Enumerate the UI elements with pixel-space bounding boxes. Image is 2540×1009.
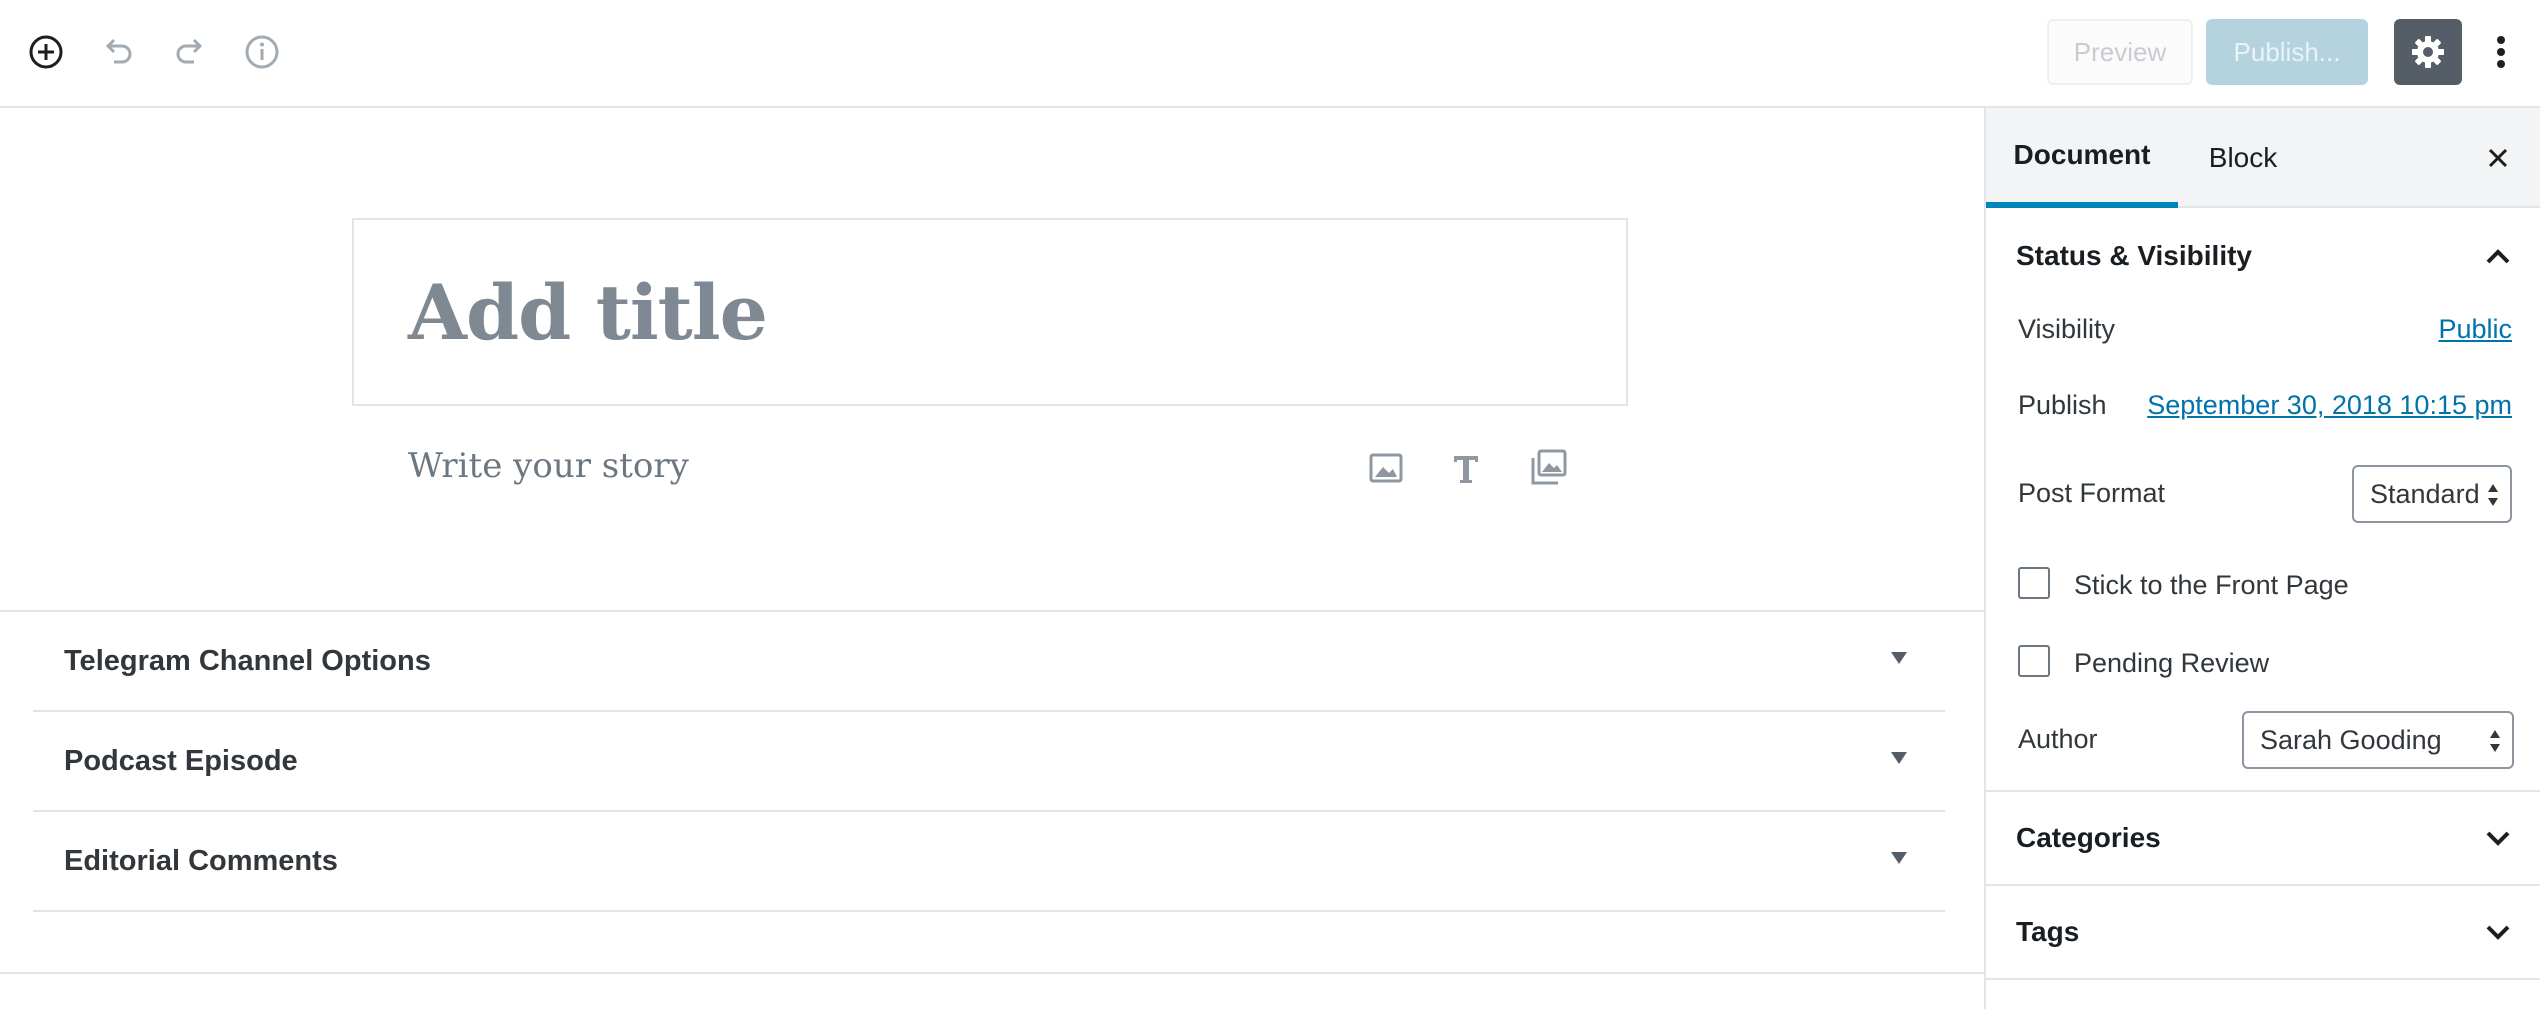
chevron-down-icon [2486, 831, 2510, 846]
metabox-telegram-channel-options[interactable]: Telegram Channel Options [33, 612, 1945, 712]
post-format-value: Standard [2370, 478, 2480, 509]
pending-review-checkbox[interactable] [2018, 645, 2050, 677]
visibility-link[interactable]: Public [2438, 314, 2512, 345]
editor-toolbar: Preview Publish... [0, 0, 2540, 108]
tab-document[interactable]: Document [1986, 108, 2178, 208]
author-label: Author [2018, 724, 2098, 754]
stick-front-page-label[interactable]: Stick to the Front Page [2074, 570, 2349, 601]
editor-bottom-divider [0, 972, 1984, 974]
body-placeholder[interactable]: Write your story [408, 446, 689, 486]
gallery-icon[interactable] [1524, 444, 1572, 492]
redo-icon[interactable] [168, 30, 212, 74]
author-select[interactable]: Sarah Gooding [2242, 711, 2514, 769]
panel-title: Status & Visibility [2016, 240, 2252, 271]
metabox-label: Editorial Comments [64, 844, 338, 877]
settings-sidebar: Document Block Status & Visibility Visib… [1984, 108, 2540, 1009]
close-icon[interactable] [2476, 136, 2520, 180]
caret-down-icon[interactable] [1891, 852, 1907, 864]
status-visibility-panel-toggle[interactable]: Status & Visibility [1986, 210, 2540, 302]
sidebar-tabs: Document Block [1986, 108, 2540, 208]
metabox-editorial-comments[interactable]: Editorial Comments [33, 812, 1945, 912]
post-format-label: Post Format [2018, 478, 2166, 508]
info-icon[interactable] [240, 30, 284, 74]
undo-icon[interactable] [96, 30, 140, 74]
editor-canvas: Add title Write your story Telegram Chan… [0, 110, 1984, 1009]
publish-date-link[interactable]: September 30, 2018 10:15 pm [2147, 390, 2512, 421]
updown-arrows-icon [2488, 484, 2498, 506]
categories-panel-toggle[interactable]: Categories [1986, 792, 2540, 884]
metabox-podcast-episode[interactable]: Podcast Episode [33, 712, 1945, 812]
vertical-ellipsis-icon [2497, 36, 2505, 68]
updown-arrows-icon [2490, 730, 2500, 752]
caret-down-icon[interactable] [1891, 752, 1907, 764]
pending-review-label[interactable]: Pending Review [2074, 648, 2269, 679]
post-title-field[interactable]: Add title [352, 218, 1628, 406]
panel-title: Tags [2016, 916, 2080, 947]
panel-divider [1986, 978, 2540, 980]
chevron-down-icon [2486, 925, 2510, 940]
metabox-label: Podcast Episode [64, 744, 298, 777]
stick-front-page-checkbox[interactable] [2018, 567, 2050, 599]
author-value: Sarah Gooding [2260, 724, 2442, 755]
post-format-select[interactable]: Standard [2352, 465, 2512, 523]
tab-block[interactable]: Block [2178, 108, 2308, 208]
more-menu-button[interactable] [2480, 19, 2522, 85]
post-title-placeholder: Add title [408, 268, 768, 357]
panel-title: Categories [2016, 822, 2161, 853]
gear-icon [2412, 36, 2444, 68]
settings-button[interactable] [2394, 19, 2462, 85]
tags-panel-toggle[interactable]: Tags [1986, 886, 2540, 978]
add-block-icon[interactable] [24, 30, 68, 74]
caret-down-icon[interactable] [1891, 652, 1907, 664]
metabox-label: Telegram Channel Options [64, 644, 431, 677]
preview-button[interactable]: Preview [2047, 19, 2193, 85]
visibility-label: Visibility [2018, 314, 2116, 344]
image-icon[interactable] [1362, 444, 1410, 492]
metaboxes-area: Telegram Channel Options Podcast Episode… [33, 612, 1945, 912]
publish-button[interactable]: Publish... [2206, 19, 2368, 85]
heading-icon[interactable] [1442, 444, 1490, 492]
publish-label: Publish [2018, 390, 2107, 420]
chevron-up-icon [2486, 249, 2510, 264]
